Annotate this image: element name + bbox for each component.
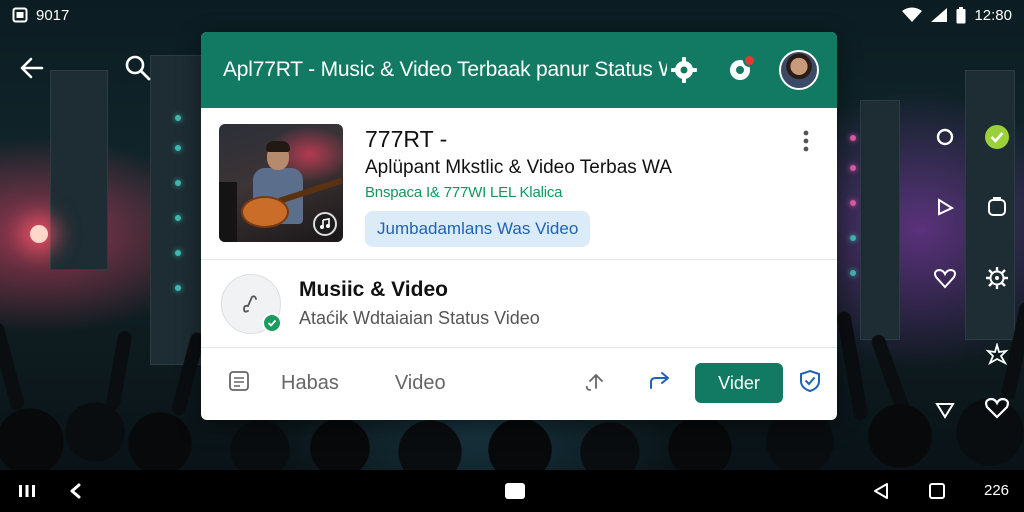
more-vert-icon[interactable] xyxy=(803,130,809,157)
heart-icon[interactable] xyxy=(930,263,960,293)
spark-icon[interactable] xyxy=(982,340,1012,370)
stage-speaker xyxy=(50,70,108,270)
music-note-icon xyxy=(243,294,257,313)
signal-icon xyxy=(930,7,948,23)
video-thumbnail[interactable] xyxy=(219,124,343,242)
check-icon xyxy=(262,312,282,333)
stage-light xyxy=(175,250,181,256)
status-time-right: 12:80 xyxy=(974,6,1012,24)
verified-shield-icon[interactable] xyxy=(799,369,821,398)
stage-light xyxy=(850,270,856,276)
stage-truss xyxy=(150,55,205,365)
triangle-icon[interactable] xyxy=(930,192,960,222)
wifi-icon xyxy=(902,7,923,23)
stage-light xyxy=(850,135,856,141)
notification-icon[interactable] xyxy=(723,53,757,87)
app-panel: Apl77RT - Music & Video Terbaak panur St… xyxy=(201,32,837,420)
back-nav-icon[interactable] xyxy=(68,483,82,504)
settings-icon[interactable] xyxy=(667,53,701,87)
overview-square-icon[interactable] xyxy=(928,482,946,505)
nav-bar-counter: 226 xyxy=(984,482,1010,499)
battery-icon xyxy=(956,6,966,24)
app-title: Apl77RT - Music & Video Terbaak panur St… xyxy=(223,58,667,81)
status-bar: 9017 12:80 xyxy=(0,0,1024,30)
action-bar: Habas Video Vider xyxy=(201,348,837,418)
camera-icon[interactable] xyxy=(982,192,1012,222)
stage-truss xyxy=(860,100,900,340)
check-icon[interactable] xyxy=(982,122,1012,152)
screenshot-icon xyxy=(12,7,28,23)
card-tagline: Bnspaca I& 777WI LEL Klalica xyxy=(365,184,563,201)
guitar xyxy=(241,196,289,228)
stage-light xyxy=(175,145,181,151)
notification-badge xyxy=(743,54,756,67)
tab-habas[interactable]: Habas xyxy=(281,372,339,395)
stage-light xyxy=(175,215,181,221)
stage-light xyxy=(850,200,856,206)
music-video-row[interactable]: Musiic & Video Ataćik Wdtaiaian Status V… xyxy=(201,260,837,348)
spotlight xyxy=(30,225,48,243)
down-triangle-icon[interactable] xyxy=(930,395,960,425)
amplifier xyxy=(219,182,237,242)
document-icon[interactable] xyxy=(227,369,251,398)
stage-light xyxy=(175,180,181,186)
card-subtitle: Aplüpant Mkstlic & Video Terbas WA xyxy=(365,157,672,178)
card-title: 777RT - xyxy=(365,126,448,152)
stage-light xyxy=(850,165,856,171)
back-triangle-icon[interactable] xyxy=(872,482,890,505)
stage-light xyxy=(175,115,181,121)
share-icon[interactable] xyxy=(647,368,673,399)
video-chip[interactable]: Jumbadamlans Was Video xyxy=(365,211,591,247)
music-note-icon xyxy=(313,212,337,236)
tab-video[interactable]: Video xyxy=(395,372,446,395)
navigation-bar: 226 xyxy=(0,470,1024,512)
vider-button[interactable]: Vider xyxy=(695,363,783,403)
recents-icon[interactable] xyxy=(18,483,36,504)
stage-light xyxy=(175,285,181,291)
record-icon[interactable] xyxy=(930,122,960,152)
row2-title: Musiic & Video xyxy=(299,278,448,301)
avatar[interactable] xyxy=(779,50,819,90)
stage-light xyxy=(850,235,856,241)
gear-icon[interactable] xyxy=(982,263,1012,293)
heart-icon[interactable] xyxy=(982,393,1012,423)
home-nav-icon[interactable] xyxy=(504,482,526,505)
row2-subtitle: Ataćik Wdtaiaian Status Video xyxy=(299,308,540,328)
status-time-left: 9017 xyxy=(36,6,70,24)
back-arrow-icon[interactable] xyxy=(18,54,46,87)
upload-icon[interactable] xyxy=(583,368,609,399)
music-icon-circle xyxy=(221,273,282,334)
guitarist-hair xyxy=(266,141,290,152)
app-bar: Apl77RT - Music & Video Terbaak panur St… xyxy=(201,32,837,108)
media-card[interactable]: 777RT - Aplüpant Mkstlic & Video Terbas … xyxy=(201,108,837,260)
search-icon[interactable] xyxy=(124,54,152,87)
